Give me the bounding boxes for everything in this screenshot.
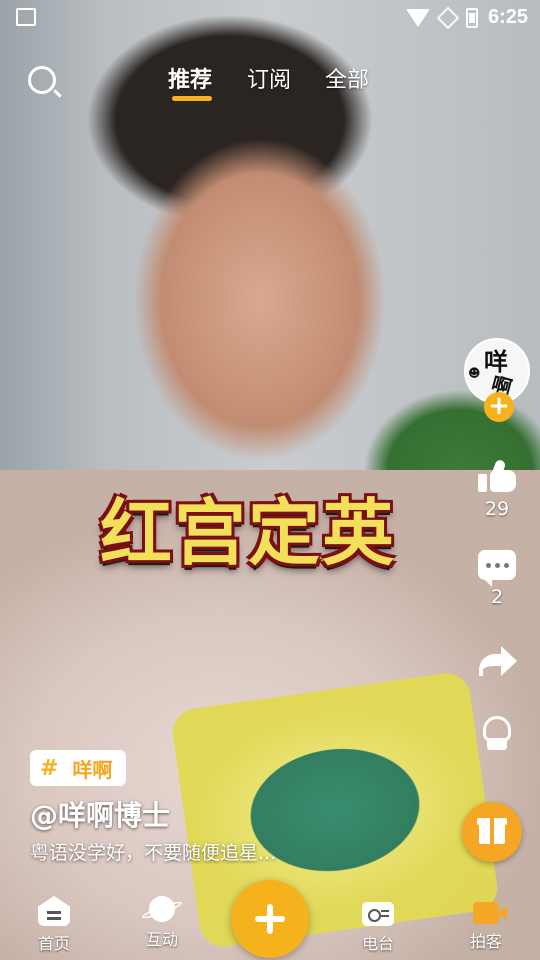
action-sidebar: 咩 啊 ☻ + 29 2 [462,338,532,750]
nav-interact[interactable]: 互动 [122,896,202,950]
like-button[interactable]: 29 [462,458,532,520]
video-feed-screen[interactable]: 6:25 推荐 订阅 全部 红宫定英 咩 啊 ☻ + 29 2 # 咩啊 @咩啊… [0,0,540,960]
search-icon[interactable] [28,66,56,94]
battery-charging-icon [465,7,478,28]
gift-button[interactable] [462,802,522,862]
nav-capture[interactable]: 拍客 [446,896,526,952]
topic-tag-label: 咩啊 [72,757,113,782]
status-right: 6:25 [405,6,528,29]
nav-radio-label: 电台 [361,934,394,953]
topic-tag[interactable]: # 咩啊 [30,750,127,786]
tab-recommend[interactable]: 推荐 [168,62,212,94]
nav-radio[interactable]: 电台 [338,896,418,954]
video-camera-icon [473,902,507,924]
nav-capture-label: 拍客 [469,932,502,951]
video-caption: 红宫定英 [100,491,397,575]
wifi-icon [405,8,430,27]
bottom-nav: 首页 互动 电台 拍客 [0,880,540,960]
active-tab-indicator [172,96,212,101]
nav-home[interactable]: 首页 [14,896,94,954]
author-name[interactable]: @咩啊博士 [30,794,170,834]
planet-icon [149,896,175,922]
ghost-button[interactable] [462,716,532,750]
status-time: 6:25 [487,6,528,28]
create-post-button[interactable] [231,880,309,958]
tab-all[interactable]: 全部 [325,62,369,94]
ghost-icon [479,716,515,750]
comment-count: 2 [490,586,504,608]
share-button[interactable] [462,646,532,676]
share-arrow-icon [477,646,517,676]
like-count: 29 [484,498,510,520]
gallery-notification-icon [16,8,36,26]
status-bar: 6:25 [0,0,540,36]
radio-icon [362,902,394,926]
follow-button[interactable]: + [484,392,514,422]
comment-icon [478,550,516,587]
video-description[interactable]: 粤语没学好，不要随便追星... [30,838,276,865]
nav-home-label: 首页 [37,934,70,953]
tab-subscribe[interactable]: 订阅 [247,62,291,94]
comment-button[interactable]: 2 [462,550,532,608]
no-signal-icon [436,6,460,29]
top-nav: 推荐 订阅 全部 [0,58,540,108]
nav-interact-label: 互动 [145,930,178,949]
thumbs-up-icon [478,458,516,492]
avatar-doodle: ☻ [468,366,481,380]
hashtag-icon: # [40,755,59,781]
home-icon [38,896,70,926]
